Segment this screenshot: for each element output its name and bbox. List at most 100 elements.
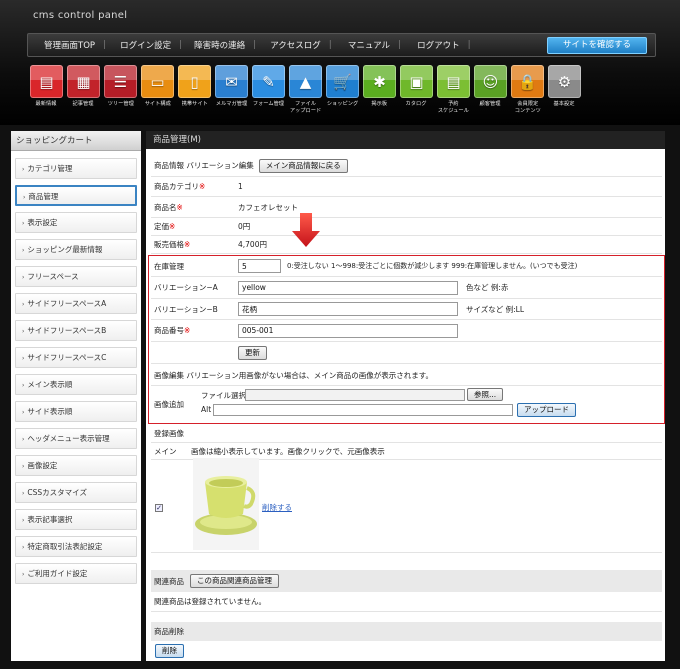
module-tile: ✎ xyxy=(252,65,285,98)
sidebar-item-label: 商品管理 xyxy=(28,192,59,201)
list-price-row: 定価※ 0円 xyxy=(151,218,662,236)
view-site-button[interactable]: サイトを確認する xyxy=(547,37,647,54)
sidebar-item-12[interactable]: › CSSカスタマイズ xyxy=(15,482,137,503)
image-select-checkbox[interactable]: ✓ xyxy=(155,504,163,512)
sidebar-item-14[interactable]: › 特定商取引法表記設定 xyxy=(15,536,137,557)
nav-separator: | xyxy=(398,40,402,50)
sidebar-item-label: サイド表示順 xyxy=(27,407,73,416)
sidebar-item-label: 特定商取引法表記設定 xyxy=(27,542,103,551)
module-label: フォーム管理 xyxy=(252,101,285,107)
module-label: 顧客管理 xyxy=(480,101,501,107)
module-tile: ▦ xyxy=(67,65,100,98)
image-add-row: 画像追加 ファイル選択 参照... Alt アップロード xyxy=(151,386,662,422)
browse-button[interactable]: 参照... xyxy=(467,388,504,401)
customer-icon: ☺ xyxy=(482,72,499,91)
sidebar-item-15[interactable]: › ご利用ガイド設定 xyxy=(15,563,137,584)
nav-trouble-contact[interactable]: 障害時の連絡 xyxy=(186,39,253,51)
back-to-main-button[interactable]: メイン商品情報に戻る xyxy=(258,158,348,173)
top-nav: 管理画面TOP | ログイン設定 | 障害時の連絡 | アクセスログ | マニュ… xyxy=(27,33,656,57)
site-structure-icon: ▭ xyxy=(150,72,165,91)
sidebar-item-1[interactable]: › 商品管理 xyxy=(15,185,137,206)
product-info-header: 商品情報 バリエーション編集 メイン商品情報に戻る xyxy=(151,155,662,177)
module-news[interactable]: ▤ 最新情報 xyxy=(30,65,63,115)
nav-manual[interactable]: マニュアル xyxy=(340,39,398,51)
bulletin-board-icon: ✱ xyxy=(373,72,386,91)
upload-button[interactable]: アップロード xyxy=(517,403,576,417)
required-mark: ※ xyxy=(199,182,206,191)
variation-b-label: バリエーション−B xyxy=(154,304,218,314)
module-article[interactable]: ▦ 記事管理 xyxy=(67,65,100,115)
main-image-label: メイン xyxy=(154,446,177,456)
sidebar-item-7[interactable]: › サイドフリースペースC xyxy=(15,347,137,368)
delete-image-link[interactable]: 削除する xyxy=(262,502,292,513)
module-mobile-site[interactable]: ▯ 携帯サイト xyxy=(178,65,211,115)
shopping-icon: 🛒 xyxy=(333,72,352,91)
nav-separator: | xyxy=(103,40,107,50)
sidebar-item-label: フリースペース xyxy=(27,272,79,281)
module-shopping[interactable]: 🛒 ショッピング xyxy=(326,65,359,115)
module-tile: ✱ xyxy=(363,65,396,98)
chevron-right-icon: › xyxy=(22,301,25,308)
article-icon: ▦ xyxy=(76,72,91,91)
sidebar-item-2[interactable]: › 表示設定 xyxy=(15,212,137,233)
sidebar-item-13[interactable]: › 表示記事選択 xyxy=(15,509,137,530)
sidebar-item-label: ヘッダメニュー表示管理 xyxy=(27,434,110,443)
nav-access-log[interactable]: アクセスログ xyxy=(262,39,329,51)
sidebar-item-3[interactable]: › ショッピング最新情報 xyxy=(15,239,137,260)
sidebar-item-10[interactable]: › ヘッダメニュー表示管理 xyxy=(15,428,137,449)
mobile-site-icon: ▯ xyxy=(190,72,199,91)
module-label: 携帯サイト xyxy=(181,101,208,107)
product-number-label: 商品番号※ xyxy=(151,325,238,336)
page-title: 商品管理(M) xyxy=(146,131,665,149)
mail-magazine-icon: ✉ xyxy=(225,72,238,91)
sidebar-item-label: 表示設定 xyxy=(27,218,58,227)
module-member-lock[interactable]: 🔒 会員限定 コンテンツ xyxy=(511,65,544,115)
sidebar: ショッピングカート › カテゴリ管理 › 商品管理 › 表示設定 › ショッピング最新情報 › フ… xyxy=(11,131,141,661)
variation-a-label: バリエーション−A xyxy=(154,283,218,292)
nav-logout[interactable]: ログアウト xyxy=(409,39,468,51)
module-catalog[interactable]: ▣ カタログ xyxy=(400,65,433,115)
module-mail-magazine[interactable]: ✉ メルマガ管理 xyxy=(215,65,248,115)
product-thumbnail[interactable] xyxy=(193,458,259,550)
stock-row: 在庫管理 0:受注しない 1〜998:受注ごとに個数が減少します 999:在庫管… xyxy=(151,256,662,277)
member-lock-icon: 🔒 xyxy=(518,72,537,91)
related-products-button[interactable]: この商品関連商品管理 xyxy=(190,574,279,588)
delete-product-button[interactable]: 削除 xyxy=(155,644,184,658)
variation-b-input[interactable] xyxy=(238,302,458,316)
module-form[interactable]: ✎ フォーム管理 xyxy=(252,65,285,115)
nav-login-settings[interactable]: ログイン設定 xyxy=(112,39,179,51)
module-file-upload[interactable]: ▲ ファイル アップロード xyxy=(289,65,322,115)
module-settings-gear[interactable]: ⚙ 基本設定 xyxy=(548,65,581,115)
sidebar-item-label: 画像設定 xyxy=(27,461,58,470)
sidebar-item-4[interactable]: › フリースペース xyxy=(15,266,137,287)
nav-admin-top[interactable]: 管理画面TOP xyxy=(36,39,103,51)
module-schedule[interactable]: ▤ 予約 スケジュール xyxy=(437,65,470,115)
sidebar-item-0[interactable]: › カテゴリ管理 xyxy=(15,158,137,179)
chevron-right-icon: › xyxy=(22,166,25,173)
module-tile: 🛒 xyxy=(326,65,359,98)
module-site-structure[interactable]: ▭ サイト構成 xyxy=(141,65,174,115)
sidebar-item-11[interactable]: › 画像設定 xyxy=(15,455,137,476)
update-button[interactable]: 更新 xyxy=(238,345,267,360)
delete-product-header: 商品削除 xyxy=(151,622,662,641)
sale-price-row: 販売価格※ 4,700円 xyxy=(151,236,662,254)
sale-price-label-text: 販売価格 xyxy=(154,240,184,249)
image-upload-form: ファイル選択 参照... Alt アップロード xyxy=(197,386,617,422)
alt-text-input[interactable] xyxy=(213,404,513,416)
schedule-icon: ▤ xyxy=(446,72,461,91)
sidebar-item-label: 表示記事選択 xyxy=(27,515,73,524)
module-tile: ▭ xyxy=(141,65,174,98)
module-customer[interactable]: ☺ 顧客管理 xyxy=(474,65,507,115)
variation-a-input[interactable] xyxy=(238,280,458,295)
sidebar-item-8[interactable]: › メイン表示順 xyxy=(15,374,137,395)
module-bulletin-board[interactable]: ✱ 掲示板 xyxy=(363,65,396,115)
sidebar-item-9[interactable]: › サイド表示順 xyxy=(15,401,137,422)
sidebar-item-5[interactable]: › サイドフリースペースA xyxy=(15,293,137,314)
module-tree[interactable]: ☰ ツリー管理 xyxy=(104,65,137,115)
stock-input[interactable] xyxy=(238,259,281,273)
sidebar-item-6[interactable]: › サイドフリースペースB xyxy=(15,320,137,341)
product-number-input[interactable] xyxy=(238,323,458,338)
image-edit-header: 画像編集 バリエーション用画像がない場合は、メイン商品の画像が表示されます。 xyxy=(151,365,662,386)
module-tile: ▲ xyxy=(289,65,322,98)
file-path-field[interactable] xyxy=(245,389,465,401)
